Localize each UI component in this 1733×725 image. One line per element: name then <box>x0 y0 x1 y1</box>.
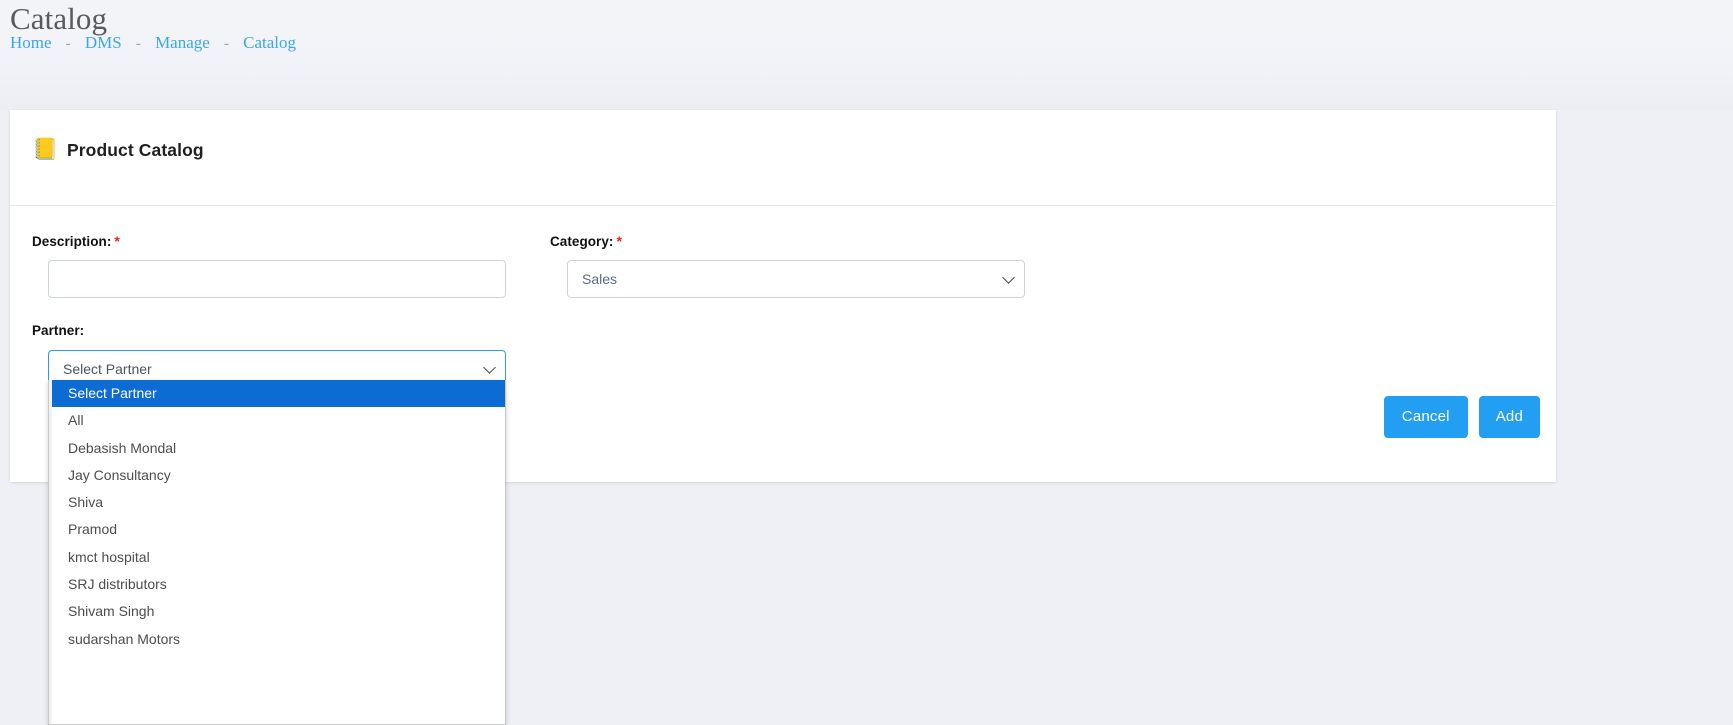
chevron-down-icon <box>483 361 496 374</box>
form-actions: Cancel Add <box>1383 396 1540 438</box>
breadcrumb-item-dms[interactable]: DMS <box>85 33 122 52</box>
partner-option[interactable]: kmct hospital <box>49 544 505 571</box>
partner-option[interactable]: Debasish Mondal <box>49 435 505 462</box>
breadcrumb-item-catalog[interactable]: Catalog <box>243 33 296 52</box>
partner-label: Partner: <box>32 323 84 338</box>
cancel-button[interactable]: Cancel <box>1383 396 1468 438</box>
chevron-down-icon <box>1002 271 1015 284</box>
page-header: Catalog Home - DMS - Manage - Catalog <box>0 0 1733 110</box>
partner-option[interactable]: Select Partner <box>49 380 505 408</box>
dropdown-scrollbar[interactable] <box>49 380 52 724</box>
required-asterisk: * <box>114 233 120 249</box>
breadcrumb-item-home[interactable]: Home <box>10 33 52 52</box>
category-label-text: Category: <box>550 234 614 249</box>
description-label-text: Description: <box>32 234 112 249</box>
notebook-icon: 📒 <box>32 138 59 161</box>
description-label: Description: * <box>32 233 120 249</box>
page-title: Catalog <box>10 1 108 36</box>
breadcrumb-separator: - <box>135 35 142 52</box>
partner-option[interactable]: sudarshan Motors <box>49 626 505 653</box>
partner-option[interactable]: Shivam Singh <box>49 598 505 625</box>
category-selected-value: Sales <box>582 271 618 287</box>
partner-option[interactable]: Pramod <box>49 516 505 543</box>
breadcrumb-separator: - <box>65 35 71 52</box>
partner-selected-value: Select Partner <box>63 361 152 377</box>
partner-option[interactable]: SRJ distributors <box>49 571 505 598</box>
partner-label-text: Partner: <box>32 323 85 338</box>
required-asterisk: * <box>616 233 622 249</box>
category-label: Category: * <box>550 233 622 249</box>
category-select[interactable]: Sales <box>567 260 1025 298</box>
breadcrumb: Home - DMS - Manage - Catalog <box>10 33 296 54</box>
partner-option[interactable]: Jay Consultancy <box>49 462 505 489</box>
partner-option[interactable]: All <box>49 407 505 434</box>
partner-option[interactable]: Shiva <box>49 489 505 516</box>
breadcrumb-item-manage[interactable]: Manage <box>155 33 210 52</box>
card-title: Product Catalog <box>67 139 204 160</box>
partner-dropdown-list[interactable]: Select Partner All Debasish Mondal Jay Cons… <box>48 380 506 725</box>
breadcrumb-separator: - <box>223 35 230 52</box>
add-button[interactable]: Add <box>1478 396 1540 438</box>
card-header: 📒 Product Catalog <box>10 110 1556 205</box>
description-input[interactable] <box>48 260 506 298</box>
